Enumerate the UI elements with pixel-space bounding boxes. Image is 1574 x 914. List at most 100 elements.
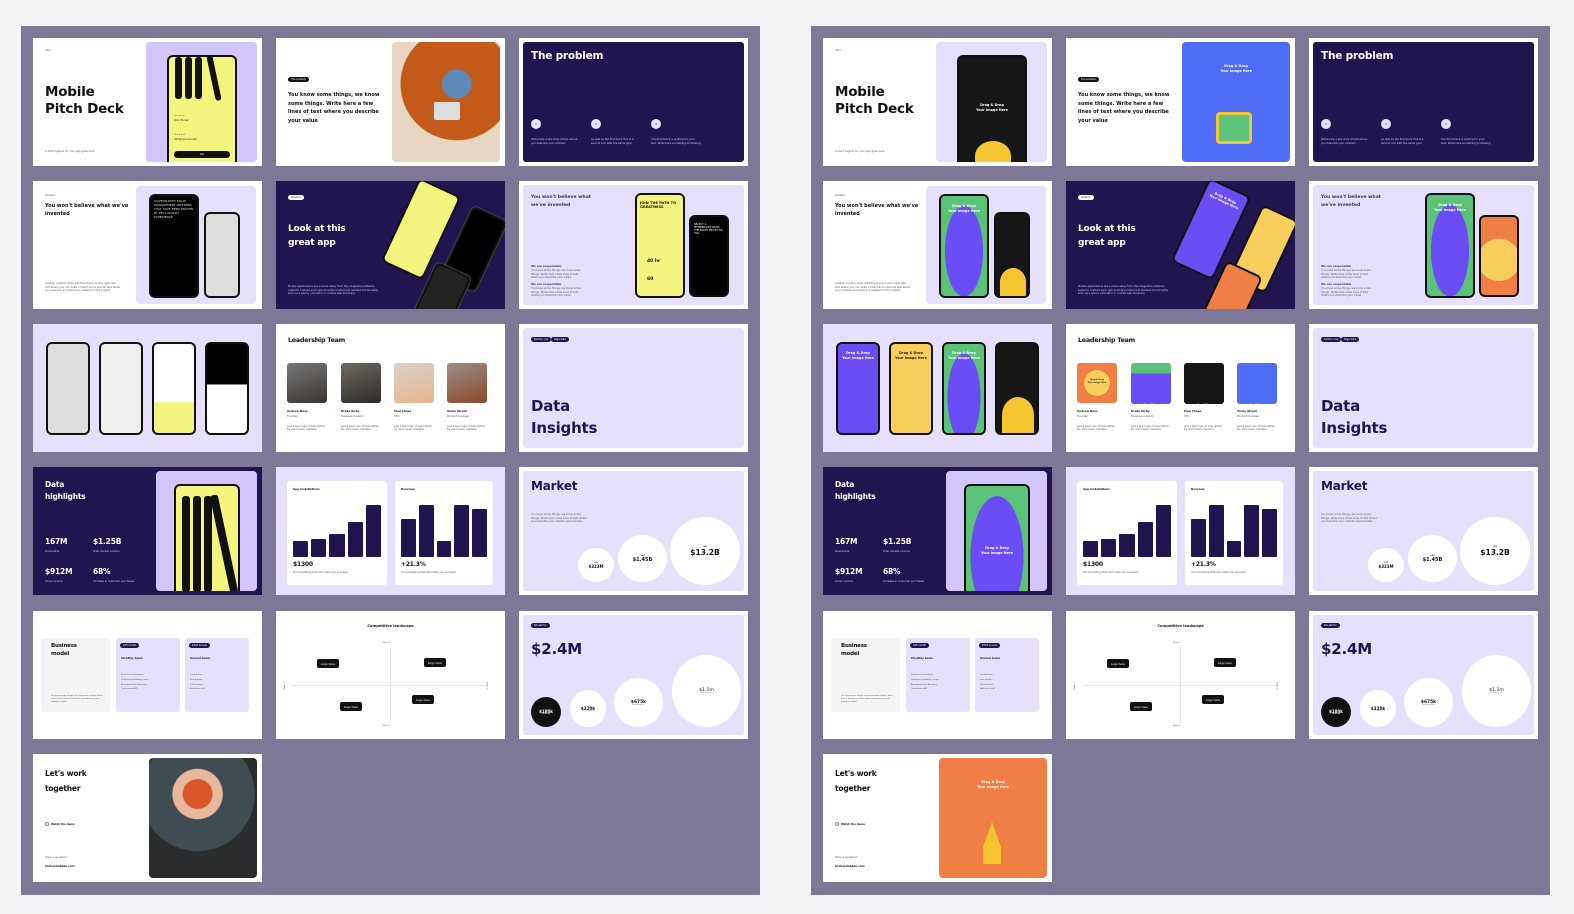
image-placeholder[interactable]: Drag & Drop Your Image Here	[1427, 195, 1473, 296]
team-photo	[341, 363, 381, 403]
slide-business-model[interactable]: Business model You know some things, we …	[33, 611, 262, 739]
slide-data-insights[interactable]: Section one Page data Data Insights	[1309, 324, 1538, 452]
slide-charts[interactable]: App installations $1300 It's something t…	[1066, 467, 1295, 595]
chart-bar	[472, 509, 487, 557]
team-member: Paul Chase CTO Just a few lines of descrip…	[394, 409, 444, 432]
slide-title: You won't believe what we've invented	[531, 195, 591, 208]
member-desc: Just a few lines of description for each…	[341, 424, 380, 432]
stat-label: Increase in customer purchases	[883, 580, 925, 583]
slide-invented[interactable]: You won't believe what we've invented We…	[1309, 181, 1538, 309]
slide-title: Look at this great app	[288, 224, 346, 248]
competitor-logo: Logo here	[1107, 659, 1129, 668]
team-member: Drake Kirby Business analyst Just a few li…	[341, 409, 391, 432]
market-circle-sam: SAM $1.45B	[618, 535, 667, 582]
slide-problem-intro[interactable]: The problem You know some things, we kno…	[1066, 38, 1295, 166]
slide-app[interactable]: Solution Look at this great app Mobile a…	[276, 181, 505, 309]
competitor-logo: Logo here	[1130, 702, 1152, 711]
stat-value: 68%	[883, 567, 901, 576]
axis-horizontal	[1083, 685, 1278, 686]
phone-mockup	[1479, 215, 1519, 297]
slide-problem-intro[interactable]: The problem You know some things, we kno…	[276, 38, 505, 166]
image-placeholder[interactable]: Drag & Drop Your Image Here	[1131, 363, 1171, 409]
slide-market[interactable]: Market You know some things, we know som…	[519, 467, 748, 595]
plan-features: Contribution Free domain 500 Products And o…	[190, 673, 205, 692]
step-number: 2	[591, 119, 601, 129]
circle-value: $1.45B	[632, 556, 653, 563]
play-icon[interactable]	[835, 822, 839, 826]
slide-solution[interactable]: Solution You won't believe what we've in…	[823, 181, 1052, 309]
slide-cover[interactable]: Intro Mobile Pitch Deck A short tagline …	[823, 38, 1052, 166]
slide-data-insights[interactable]: Section one Page data Data Insights	[519, 324, 748, 452]
slide-invented[interactable]: You won't believe what we've invented We…	[519, 181, 748, 309]
block-text: You know some things, we know some thing…	[1321, 269, 1371, 280]
slide-data-highlights[interactable]: Data highlights 167M Downloads $1.25B To…	[823, 467, 1052, 595]
image-placeholder[interactable]: Drag & Drop Your Image Here	[1184, 363, 1224, 409]
image-placeholder[interactable]: Drag & Drop Your Image Here	[838, 344, 878, 433]
slide-title: You won't believe what we've invented	[835, 203, 919, 217]
slide-text: You know some things, we know some thing…	[288, 92, 380, 124]
image-placeholder[interactable]: Drag & Drop Your Image Here	[1077, 363, 1117, 403]
slide-app[interactable]: Solution Look at this great app Mobile a…	[1066, 181, 1295, 309]
slide-problem[interactable]: The problem 1 2 3 Write here a few lines…	[1309, 38, 1538, 166]
slide-app-screens[interactable]: Drag & Drop Your Image Here Drag & Drop …	[823, 324, 1052, 452]
photo-man-with-laptop	[392, 42, 500, 162]
slide-contact[interactable]: Let's work together Watch the demo Have …	[33, 754, 262, 882]
slide-tag: We ask for	[531, 623, 550, 628]
slide-problem[interactable]: The problem 1 2 3 Write here a few lines…	[519, 38, 748, 166]
play-icon[interactable]	[45, 822, 49, 826]
image-placeholder[interactable]: Drag & Drop Your Image Here	[1237, 363, 1277, 409]
member-name: Andrew Ness	[287, 409, 308, 413]
slide-funding[interactable]: We ask for $2.4M $180k Marketing $320k Dev…	[519, 611, 748, 739]
image-placeholder[interactable]: Drag & Drop Your Image Here	[941, 196, 987, 296]
slide-app-screens[interactable]: Drag & Drop Your Image Here Drag & Drop …	[33, 324, 262, 452]
slide-title: Mobile Pitch Deck	[45, 84, 124, 117]
email-link[interactable]: hello@slidddo.com	[835, 864, 865, 868]
chart-bar	[1191, 519, 1206, 557]
bar-chart	[1083, 497, 1171, 565]
chart-bar	[329, 533, 345, 557]
slide-cover[interactable]: Intro Mobile Pitch Deck A short tagline …	[33, 38, 262, 166]
slide-business-model[interactable]: Business model You know some things, we …	[823, 611, 1052, 739]
slide-title: Look at this great app	[1078, 224, 1136, 248]
plan-features: Products on Instagram Unlimited availabil…	[911, 673, 938, 692]
image-placeholder[interactable]: Drag & Drop Your Image Here	[944, 344, 984, 433]
slide-text: Another solution slide with the phone on…	[45, 282, 121, 293]
member-desc: Just a few lines of description for each…	[287, 424, 326, 432]
circle-value: $1.45B	[1422, 556, 1443, 563]
image-placeholder[interactable]: Drag & Drop Your Image Here	[1182, 42, 1290, 162]
watch-demo-link[interactable]: Watch the demo	[841, 823, 865, 826]
chart-value: +21.3%	[401, 561, 426, 568]
phone-mockup-placeholder[interactable]: Drag & Drop Your Image Here	[936, 42, 1047, 162]
chart-bar	[1262, 509, 1277, 557]
image-placeholder[interactable]: Drag & Drop Your Image Here	[891, 344, 931, 433]
slide-tag: The problem	[288, 77, 310, 82]
slide-funding[interactable]: We ask for $2.4M $180k Marketing $320k Dev…	[1309, 611, 1538, 739]
slide-team[interactable]: Leadership Team Drag & Drop Your Image H…	[276, 324, 505, 452]
slide-contact[interactable]: Let's work together Watch the demo Have …	[823, 754, 1052, 882]
slide-text: You know some things, we know some thing…	[1078, 92, 1170, 124]
email-link[interactable]: hello@slidddo.com	[45, 864, 75, 868]
slide-text: You know some things, we know some thing…	[531, 513, 587, 524]
member-name: Drake Kirby	[1131, 409, 1150, 413]
chart-bar	[418, 505, 434, 557]
step-number: 3	[651, 119, 661, 129]
member-role: Product manager	[447, 415, 470, 418]
chart-bar	[1244, 505, 1260, 557]
slide-solution[interactable]: Solution You won't believe what we've in…	[33, 181, 262, 309]
team-photo	[394, 363, 434, 403]
slide-team[interactable]: Leadership Team Drag & Drop Your Image H…	[1066, 324, 1295, 452]
market-circle-som: SOM $323M	[1368, 548, 1404, 582]
preview-panel-placeholder: Intro Mobile Pitch Deck A short tagline …	[811, 26, 1550, 895]
slide-charts[interactable]: App installations $1300 It's something t…	[276, 467, 505, 595]
plan-features: Contribution Free domain 500 Products And o…	[980, 673, 995, 692]
funding-circle: $320k Development	[570, 690, 606, 727]
member-name: Paul Chase	[394, 409, 412, 413]
member-desc: Just a few lines of description for each…	[1184, 424, 1223, 432]
slide-data-highlights[interactable]: Data highlights 167M Downloads $1.25B To…	[33, 467, 262, 595]
watch-demo-link[interactable]: Watch the demo	[51, 823, 75, 826]
slide-market[interactable]: Market You know some things, we know som…	[1309, 467, 1538, 595]
slide-competitive-landscape[interactable]: Competitive landscape Metric 1 Metric 2 …	[1066, 611, 1295, 739]
image-placeholder[interactable]: Drag & Drop Your Image Here	[966, 486, 1028, 591]
chart-caption: It's something that will make you succee…	[1191, 571, 1246, 574]
slide-competitive-landscape[interactable]: Competitive landscape Metric 1 Metric 2 …	[276, 611, 505, 739]
